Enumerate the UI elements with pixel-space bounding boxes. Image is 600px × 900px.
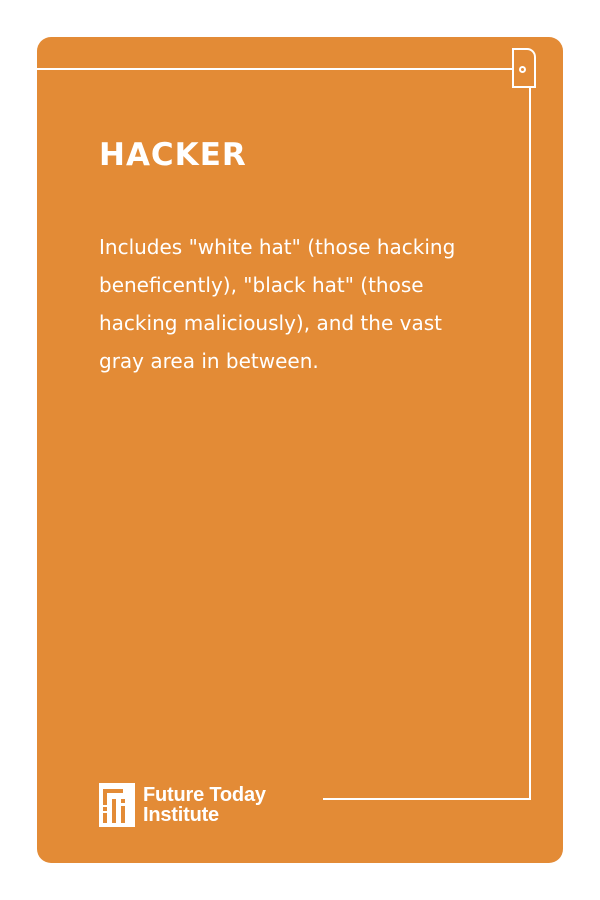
- term-title: HACKER: [99, 137, 247, 173]
- corner-dot-icon: [519, 66, 526, 73]
- frame-bottom-line: [323, 798, 531, 800]
- frame-top-line: [37, 68, 512, 70]
- term-definition: Includes "white hat" (those hacking bene…: [99, 235, 456, 373]
- brand-name-line1: Future Today: [143, 784, 266, 806]
- brand-name: Future Today Institute: [143, 785, 266, 825]
- brand-logo: Future Today Institute: [99, 781, 266, 829]
- brand-name-line2: Institute: [143, 804, 219, 826]
- corner-ornament: [512, 48, 536, 88]
- frame-right-line: [529, 88, 531, 800]
- term-card: HACKER Includes "white hat" (those hacki…: [37, 37, 563, 863]
- fti-logo-icon: [99, 783, 135, 827]
